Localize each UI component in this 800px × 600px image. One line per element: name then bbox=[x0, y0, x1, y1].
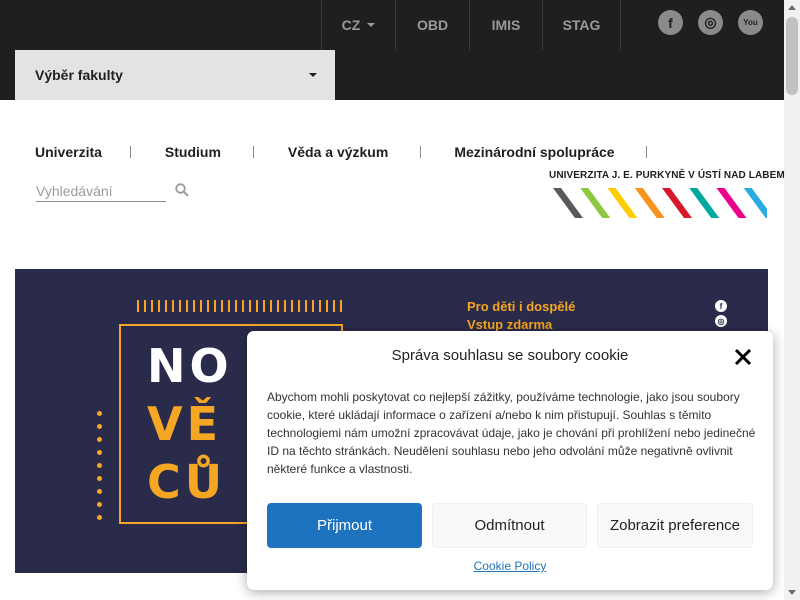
close-icon[interactable] bbox=[733, 347, 753, 367]
logo-stripe bbox=[607, 188, 638, 218]
top-link-obd[interactable]: OBD bbox=[395, 0, 469, 50]
top-nav: CZ OBD IMIS STAG bbox=[321, 0, 621, 50]
banner-tagline-line-1: Pro děti i dospělé bbox=[467, 299, 576, 314]
chevron-down-icon bbox=[309, 73, 317, 77]
banner-word-3: CŮ bbox=[147, 455, 227, 509]
nav-item-mezinarodni[interactable]: Mezinárodní spolupráce bbox=[454, 144, 614, 160]
nav-divider bbox=[252, 146, 254, 158]
scroll-down-icon[interactable] bbox=[788, 590, 796, 595]
logo-stripe bbox=[716, 188, 747, 218]
nav-divider bbox=[129, 146, 131, 158]
banner-word-2: VĚ bbox=[147, 397, 223, 451]
chevron-down-icon bbox=[367, 23, 376, 27]
nav-item-studium[interactable]: Studium bbox=[165, 144, 221, 160]
top-bar: CZ OBD IMIS STAG f ◎ You Výběr fakulty bbox=[0, 0, 784, 100]
instagram-icon[interactable]: ◎ bbox=[698, 10, 723, 35]
scrollbar[interactable] bbox=[784, 0, 800, 600]
top-link-stag[interactable]: STAG bbox=[542, 0, 621, 50]
cookie-dialog-text: Abychom mohli poskytovat co nejlepší záž… bbox=[267, 390, 756, 476]
banner-instagram-icon[interactable]: ◎ bbox=[715, 315, 727, 327]
top-link-imis[interactable]: IMIS bbox=[469, 0, 542, 50]
banner-dots bbox=[97, 411, 105, 528]
cookie-dialog-title: Správa souhlasu se soubory cookie bbox=[391, 347, 629, 364]
university-name: UNIVERZITA J. E. PURKYNĚ V ÚSTÍ NAD LABE… bbox=[549, 170, 785, 181]
scroll-up-icon[interactable] bbox=[788, 5, 796, 10]
social-links: f ◎ You bbox=[658, 10, 763, 35]
logo-stripe bbox=[662, 188, 692, 218]
accept-button[interactable]: Přijmout bbox=[267, 503, 422, 548]
search-placeholder: Vyhledávání bbox=[36, 182, 113, 199]
nav-divider bbox=[420, 146, 422, 158]
cookie-consent-dialog: Správa souhlasu se soubory cookie Abycho… bbox=[247, 331, 773, 590]
search-icon[interactable] bbox=[175, 183, 189, 197]
nav-divider bbox=[645, 146, 647, 158]
language-label: CZ bbox=[341, 17, 361, 33]
banner-decoration bbox=[137, 300, 347, 312]
scrollbar-thumb[interactable] bbox=[786, 17, 798, 95]
deny-button[interactable]: Odmítnout bbox=[432, 503, 587, 548]
main-nav: Univerzita Studium Věda a výzkum Mezinár… bbox=[35, 144, 647, 160]
nav-item-veda[interactable]: Věda a výzkum bbox=[288, 144, 388, 160]
facebook-icon[interactable]: f bbox=[658, 10, 683, 35]
logo-stripe bbox=[689, 188, 720, 218]
faculty-selector[interactable]: Výběr fakulty bbox=[15, 50, 335, 100]
banner-tagline: Pro děti i dospělé Vstup zdarma bbox=[467, 298, 575, 334]
banner-facebook-icon[interactable]: f bbox=[715, 300, 727, 312]
logo-stripes bbox=[553, 188, 767, 218]
logo-stripe bbox=[634, 188, 665, 218]
faculty-selector-label: Výběr fakulty bbox=[35, 67, 123, 83]
university-logo[interactable]: UNIVERZITA J. E. PURKYNĚ V ÚSTÍ NAD LABE… bbox=[549, 170, 785, 220]
logo-stripe bbox=[580, 188, 611, 218]
cookie-policy-link[interactable]: Cookie Policy bbox=[247, 559, 773, 573]
banner-word-1: NO bbox=[147, 339, 233, 393]
search-input[interactable]: Vyhledávání bbox=[36, 180, 166, 202]
language-selector[interactable]: CZ bbox=[321, 0, 395, 50]
logo-stripe bbox=[553, 188, 583, 218]
preferences-button[interactable]: Zobrazit preference bbox=[597, 503, 753, 548]
youtube-icon[interactable]: You bbox=[738, 10, 763, 35]
logo-stripe bbox=[743, 188, 767, 218]
nav-item-univerzita[interactable]: Univerzita bbox=[35, 144, 102, 160]
